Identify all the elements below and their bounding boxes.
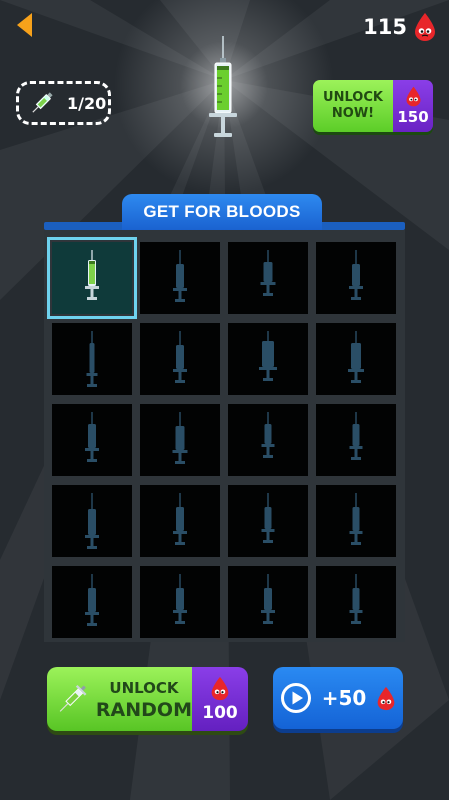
locked-syringe-silhouette	[348, 331, 364, 383]
locked-syringe-silhouette	[85, 412, 99, 462]
watch-ad-button[interactable]: +50	[273, 667, 403, 729]
syringe-icon	[85, 250, 99, 300]
syringe-cell-selected[interactable]	[47, 237, 137, 319]
back-arrow-icon	[17, 13, 32, 37]
unlock-now-price-box: 150	[393, 80, 433, 132]
unlock-now-label: UNLOCK NOW!	[313, 80, 393, 132]
unlock-now-button[interactable]: UNLOCK NOW! 150	[313, 80, 433, 132]
blood-drop-icon	[211, 676, 229, 700]
locked-syringe-silhouette	[349, 574, 363, 624]
locked-syringe-silhouette	[173, 493, 187, 545]
locked-syringe-silhouette	[261, 574, 275, 624]
blood-drop-icon	[415, 13, 435, 41]
unlock-now-line1: UNLOCK	[323, 90, 383, 105]
syringe-cell-locked[interactable]	[140, 566, 220, 638]
syringe-cell-locked[interactable]	[228, 404, 308, 476]
unlock-random-price-box: 100	[192, 667, 248, 731]
locked-syringe-silhouette	[349, 250, 363, 300]
blood-drop-icon	[406, 86, 420, 107]
locked-syringe-silhouette	[349, 412, 363, 460]
locked-syringe-silhouette	[349, 493, 363, 545]
collection-progress: 1/20	[16, 81, 111, 125]
syringe-cell-locked[interactable]	[52, 323, 132, 395]
syringe-icon	[59, 684, 87, 712]
syringe-cell-locked[interactable]	[52, 566, 132, 638]
locked-syringe-silhouette	[261, 412, 275, 458]
collection-count: 1/20	[67, 93, 107, 113]
syringe-cell-locked[interactable]	[140, 323, 220, 395]
unlock-random-line2: RANDOM	[95, 699, 192, 721]
unlock-random-label-box: UNLOCK RANDOM	[47, 667, 192, 731]
locked-syringe-silhouette	[173, 331, 187, 383]
syringe-cell-locked[interactable]	[228, 323, 308, 395]
blood-count: 115	[363, 15, 407, 39]
syringe-cell-locked[interactable]	[316, 566, 396, 638]
syringe-cell-locked[interactable]	[140, 242, 220, 314]
back-button[interactable]	[10, 8, 40, 42]
tab-get-for-bloods[interactable]: GET FOR BLOODS	[122, 194, 322, 230]
syringe-cell-locked[interactable]	[316, 485, 396, 557]
locked-syringe-silhouette	[260, 250, 276, 296]
syringe-cell-locked[interactable]	[316, 242, 396, 314]
syringe-cell-locked[interactable]	[228, 485, 308, 557]
syringe-cell-locked[interactable]	[52, 404, 132, 476]
syringe-icon	[32, 92, 53, 113]
blood-drop-icon	[377, 686, 395, 710]
unlock-random-button[interactable]: UNLOCK RANDOM 100	[47, 667, 248, 731]
locked-syringe-silhouette	[86, 331, 98, 387]
unlock-now-price: 150	[397, 108, 429, 126]
featured-syringe	[209, 36, 237, 137]
syringe-cell-locked[interactable]	[316, 404, 396, 476]
syringe-cell-locked[interactable]	[140, 485, 220, 557]
locked-syringe-silhouette	[173, 574, 187, 624]
locked-syringe-silhouette	[172, 412, 188, 464]
play-icon	[280, 683, 311, 713]
locked-syringe-silhouette	[173, 250, 187, 302]
syringe-cell-locked[interactable]	[52, 485, 132, 557]
locked-syringe-silhouette	[259, 331, 277, 381]
syringe-cell-locked[interactable]	[316, 323, 396, 395]
syringe-cell-locked[interactable]	[228, 242, 308, 314]
syringe-grid	[47, 237, 396, 638]
blood-currency: 115	[363, 10, 437, 44]
unlock-random-price: 100	[202, 702, 238, 723]
unlock-now-line2: NOW!	[331, 106, 375, 121]
syringe-cell-locked[interactable]	[140, 404, 220, 476]
locked-syringe-silhouette	[261, 493, 275, 543]
locked-syringe-silhouette	[85, 574, 99, 626]
ad-reward-amount: +50	[321, 686, 367, 710]
unlock-random-line1: UNLOCK	[109, 679, 179, 697]
unlock-random-label: UNLOCK RANDOM	[96, 677, 192, 721]
locked-syringe-silhouette	[85, 493, 99, 549]
syringe-cell-locked[interactable]	[228, 566, 308, 638]
